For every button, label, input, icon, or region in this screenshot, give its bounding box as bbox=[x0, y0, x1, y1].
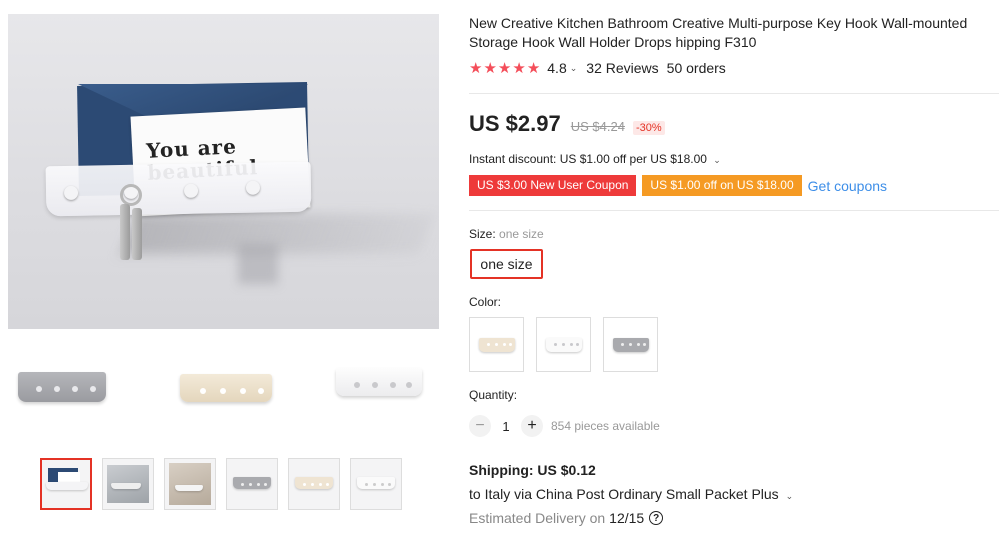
quantity-label: Quantity: bbox=[469, 388, 518, 402]
instant-discount[interactable]: Instant discount: US $1.00 off per US $1… bbox=[469, 152, 721, 166]
color-option-gray[interactable] bbox=[603, 317, 658, 372]
estimated-delivery-label: Estimated Delivery on bbox=[469, 510, 606, 526]
wall-shelf bbox=[45, 161, 312, 217]
shelf-hook bbox=[245, 180, 261, 195]
variant-preview-beige[interactable] bbox=[180, 358, 276, 418]
quantity-minus-button[interactable]: − bbox=[469, 415, 491, 437]
variant-preview-row bbox=[8, 358, 439, 418]
thumbnail-white[interactable] bbox=[350, 458, 402, 510]
keys bbox=[116, 184, 146, 262]
coupon-row: US $3.00 New User Coupon US $1.00 off on… bbox=[469, 175, 887, 196]
shipping-title: Shipping: US $0.12 bbox=[469, 462, 596, 478]
product-title: New Creative Kitchen Bathroom Creative M… bbox=[469, 15, 968, 50]
quantity-stepper: − 1 + 854 pieces available bbox=[469, 415, 660, 437]
color-option-beige[interactable] bbox=[469, 317, 524, 372]
rating-value[interactable]: 4.8 bbox=[547, 60, 566, 76]
color-option-white[interactable] bbox=[536, 317, 591, 372]
get-coupons-link[interactable]: Get coupons bbox=[808, 178, 887, 194]
instant-discount-text: Instant discount: US $1.00 off per US $1… bbox=[469, 152, 707, 166]
size-label: Size: one size bbox=[469, 227, 544, 241]
orders-count: 50 orders bbox=[666, 60, 726, 76]
shelf-hook bbox=[183, 183, 199, 198]
chevron-down-icon: ⌄ bbox=[785, 491, 794, 501]
shipping-destination-text: to Italy via China Post Ordinary Small P… bbox=[469, 486, 779, 502]
shipping-destination[interactable]: to Italy via China Post Ordinary Small P… bbox=[469, 486, 793, 502]
star-rating[interactable]: ★ ★ ★ ★ ★ bbox=[469, 61, 540, 76]
shelf-hook bbox=[63, 185, 79, 200]
size-option-one-size[interactable]: one size bbox=[470, 249, 543, 279]
variant-preview-white[interactable] bbox=[336, 358, 426, 418]
current-price: US $2.97 bbox=[469, 111, 561, 136]
thumbnail-kitchen[interactable] bbox=[164, 458, 216, 510]
thumbnail-main[interactable] bbox=[40, 458, 92, 510]
star-icon: ★ bbox=[497, 59, 512, 77]
divider bbox=[469, 93, 999, 94]
chevron-down-icon[interactable]: ⌄ bbox=[570, 63, 578, 74]
original-price: US $4.24 bbox=[570, 119, 625, 134]
quantity-plus-button[interactable]: + bbox=[521, 415, 543, 437]
discount-badge: -30% bbox=[632, 121, 665, 135]
rating-row: ★ ★ ★ ★ ★ 4.8 ⌄ 32 Reviews 50 orders bbox=[469, 59, 726, 77]
chevron-down-icon: ⌄ bbox=[713, 155, 721, 165]
thumbnail-bathroom[interactable] bbox=[102, 458, 154, 510]
size-selected-value: one size bbox=[499, 227, 544, 241]
shelf-shadow bbox=[120, 214, 436, 254]
main-product-image[interactable]: You are beautiful bbox=[8, 14, 439, 329]
estimated-delivery: Estimated Delivery on 12/15 ? bbox=[469, 510, 664, 526]
estimated-delivery-date: 12/15 bbox=[609, 510, 645, 526]
shelf-shadow-drop bbox=[238, 244, 278, 284]
star-icon: ★ bbox=[512, 59, 526, 77]
variant-preview-gray[interactable] bbox=[18, 358, 108, 418]
thumbnail-gray[interactable] bbox=[226, 458, 278, 510]
store-coupon[interactable]: US $1.00 off on US $18.00 bbox=[642, 175, 802, 196]
key-ring bbox=[120, 184, 142, 206]
reviews-link[interactable]: 32 Reviews bbox=[586, 60, 658, 76]
color-label: Color: bbox=[469, 295, 502, 309]
star-icon: ★ bbox=[469, 59, 483, 77]
star-icon: ★ bbox=[526, 59, 541, 77]
price-row: US $2.97 US $4.24 -30% bbox=[469, 111, 665, 137]
key bbox=[120, 204, 130, 260]
key bbox=[132, 208, 142, 260]
quantity-value[interactable]: 1 bbox=[491, 419, 521, 434]
star-icon: ★ bbox=[483, 59, 497, 77]
thumbnail-beige[interactable] bbox=[288, 458, 340, 510]
pieces-available: 854 pieces available bbox=[551, 419, 660, 433]
divider bbox=[469, 210, 999, 211]
question-circle-icon[interactable]: ? bbox=[649, 511, 664, 525]
new-user-coupon[interactable]: US $3.00 New User Coupon bbox=[469, 175, 637, 196]
